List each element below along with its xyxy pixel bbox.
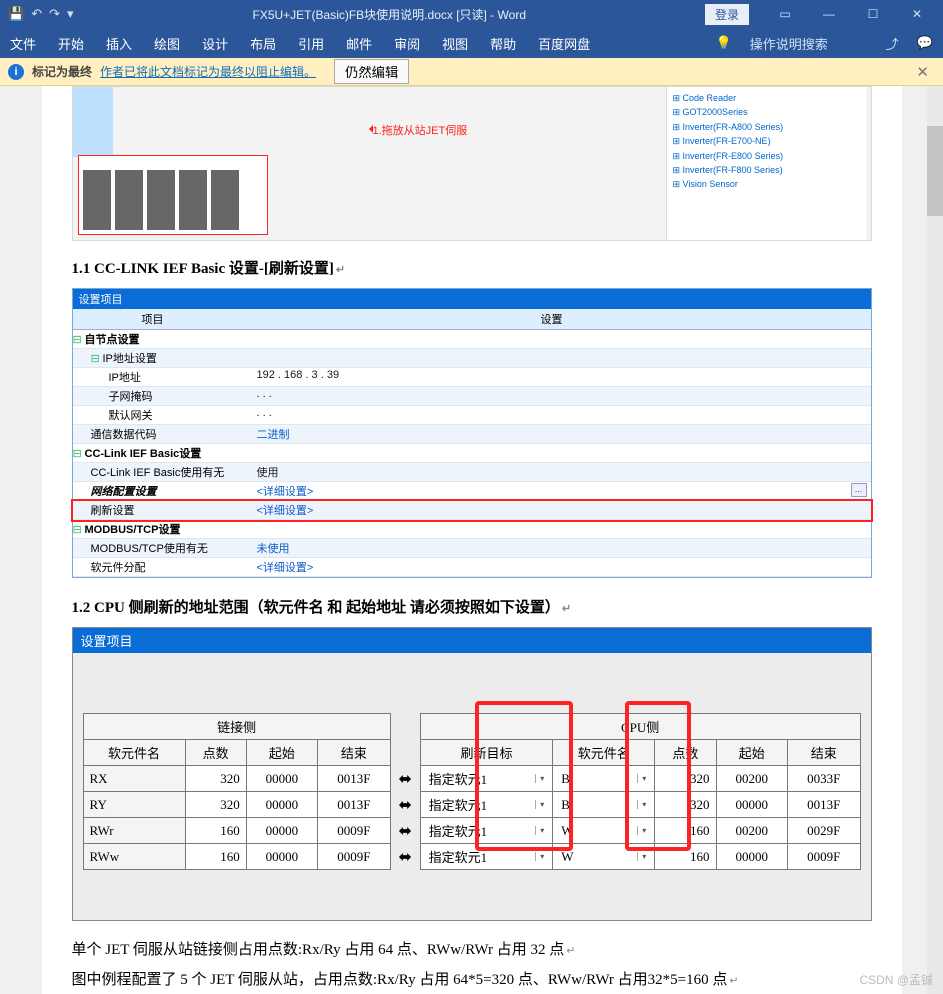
col-points-r: 点数	[655, 740, 716, 766]
settings-items-screenshot-1: 设置项目 项目 设置 ⊟自节点设置⊟IP地址设置IP地址192 . 168 . …	[72, 288, 872, 578]
list-item: ⊞ Inverter(FR-E800 Series)	[673, 149, 860, 163]
dropdown-cell[interactable]: 指定软元1▾	[420, 818, 553, 844]
cfg1-row: ⊟CC-Link IEF Basic设置	[73, 444, 871, 463]
para-2: 图中例程配置了 5 个 JET 伺服从站，占用点数:Rx/Ry 占用 64*5=…	[72, 965, 872, 994]
cfg1-row: ⊟自节点设置	[73, 330, 871, 349]
maximize-icon[interactable]: ☐	[851, 0, 895, 28]
cfg1-row: IP地址192 . 168 . 3 . 39	[73, 368, 871, 387]
ribbon-display-icon[interactable]: ▭	[763, 0, 807, 28]
body-paragraphs: 单个 JET 伺服从站链接侧占用点数:Rx/Ry 占用 64 点、RWw/RWr…	[72, 935, 872, 994]
comments-icon[interactable]: 💬	[917, 35, 933, 51]
tab-draw[interactable]: 绘图	[154, 34, 180, 53]
infobar-close-icon[interactable]: ✕	[910, 63, 935, 81]
tab-file[interactable]: 文件	[10, 34, 36, 53]
col-target: 刷新目标	[420, 740, 553, 766]
cfg1-row: 软元件分配<详细设置>	[73, 558, 871, 577]
list-item: ⊞ Inverter(FR-E700-NE)	[673, 134, 860, 148]
refresh-range-table: 链接侧 CPU侧 软元件名 点数 起始 结束 刷新目标 软元件名 点数 起始 结…	[83, 713, 861, 870]
heading-1-1: 1.1 CC-LINK IEF Basic 设置-[刷新设置]	[72, 257, 872, 278]
list-item: ⊞ Code Reader	[673, 91, 860, 105]
quick-access-toolbar: 💾 ↶ ↷ ▾	[8, 6, 74, 22]
col-start-r: 起始	[716, 740, 787, 766]
annotation-arrow: 1.拖放从站JET伺服	[373, 122, 468, 138]
col-devname-r: 软元件名	[553, 740, 655, 766]
cfg1-row: ⊟MODBUS/TCP设置	[73, 520, 871, 539]
document-canvas[interactable]: 1.拖放从站JET伺服 ⊞ Code Reader ⊞ GOT2000Serie…	[0, 86, 943, 994]
scrollbar-thumb[interactable]	[927, 126, 943, 216]
cfg2-title: 设置项目	[73, 628, 871, 653]
tab-baidu[interactable]: 百度网盘	[538, 34, 590, 53]
ribbon-tabs: 文件 开始 插入 绘图 设计 布局 引用 邮件 审阅 视图 帮助 百度网盘 💡 …	[0, 28, 943, 58]
share-icon[interactable]: ⤴	[886, 34, 899, 53]
col-start-l: 起始	[246, 740, 317, 766]
edit-anyway-button[interactable]: 仍然编辑	[334, 59, 409, 84]
cfg1-row: 刷新设置<详细设置>	[73, 501, 871, 520]
list-item: ⊞ GOT2000Series	[673, 105, 860, 119]
embedded-screenshot-network-config: 1.拖放从站JET伺服 ⊞ Code Reader ⊞ GOT2000Serie…	[72, 86, 872, 241]
tab-mailings[interactable]: 邮件	[346, 34, 372, 53]
annotation-text: 1.拖放从站JET伺服	[373, 125, 468, 137]
dropdown-cell[interactable]: 指定软元1▾	[420, 844, 553, 870]
cfg1-col-item: 项目	[73, 309, 233, 329]
list-item: ⊞ Inverter(FR-A800 Series)	[673, 120, 860, 134]
dropdown-cell[interactable]: 指定软元1▾	[420, 766, 553, 792]
settings-items-screenshot-2: 设置项目 链接侧 CPU侧 软元件名 点数 起始 结束 刷新目标 软元件名	[72, 627, 872, 921]
para-1: 单个 JET 伺服从站链接侧占用点数:Rx/Ry 占用 64 点、RWw/RWr…	[72, 935, 872, 965]
dropdown-cell[interactable]: W▾	[553, 818, 655, 844]
tellme-text[interactable]: 操作说明搜索	[750, 34, 828, 53]
redo-icon[interactable]: ↷	[49, 6, 60, 22]
group-cpu-side: CPU侧	[420, 714, 860, 740]
marked-final-bar: i 标记为最终 作者已将此文档标记为最终以阻止编辑。 仍然编辑 ✕	[0, 58, 943, 86]
col-points-l: 点数	[185, 740, 246, 766]
tellme-icon[interactable]: 💡	[716, 35, 732, 51]
word-titlebar: 💾 ↶ ↷ ▾ FX5U+JET(Basic)FB块使用说明.docx [只读]…	[0, 0, 943, 28]
save-icon[interactable]: 💾	[8, 6, 24, 22]
group-link-side: 链接侧	[83, 714, 390, 740]
dropdown-cell[interactable]: B▾	[553, 792, 655, 818]
dropdown-cell[interactable]: 指定软元1▾	[420, 792, 553, 818]
tab-design[interactable]: 设计	[202, 34, 228, 53]
list-item: ⊞ Inverter(FR-F800 Series)	[673, 163, 860, 177]
dropdown-cell[interactable]: B▾	[553, 766, 655, 792]
info-icon: i	[8, 64, 24, 80]
tab-review[interactable]: 审阅	[394, 34, 420, 53]
tab-view[interactable]: 视图	[442, 34, 468, 53]
tab-insert[interactable]: 插入	[106, 34, 132, 53]
tab-home[interactable]: 开始	[58, 34, 84, 53]
heading-1-2: 1.2 CPU 侧刷新的地址范围（软元件名 和 起始地址 请必须按照如下设置）	[72, 596, 872, 617]
document-title: FX5U+JET(Basic)FB块使用说明.docx [只读] - Word	[74, 6, 705, 23]
station-thumbnails	[78, 155, 268, 235]
cfg1-col-setting: 设置	[233, 309, 871, 329]
col-end-r: 结束	[787, 740, 860, 766]
cfg1-row: ⊟IP地址设置	[73, 349, 871, 368]
cfg1-row: 通信数据代码二进制	[73, 425, 871, 444]
vertical-scrollbar[interactable]	[927, 86, 943, 994]
table-row: RWr160000000009F⬌指定软元1▾W▾160002000029F	[83, 818, 860, 844]
cfg1-row: MODBUS/TCP使用有无未使用	[73, 539, 871, 558]
tab-layout[interactable]: 布局	[250, 34, 276, 53]
module-list-panel: ⊞ Code Reader ⊞ GOT2000Series ⊞ Inverter…	[666, 87, 866, 240]
cfg1-title: 设置项目	[73, 289, 871, 309]
tab-references[interactable]: 引用	[298, 34, 324, 53]
marked-final-link[interactable]: 作者已将此文档标记为最终以阻止编辑。	[100, 63, 316, 80]
undo-icon[interactable]: ↶	[31, 6, 42, 22]
close-icon[interactable]: ✕	[895, 0, 939, 28]
csdn-watermark: CSDN @孟铖	[859, 971, 933, 988]
list-item: ⊞ Vision Sensor	[673, 177, 860, 191]
cfg1-row: 网络配置设置<详细设置>	[73, 482, 871, 501]
minimize-icon[interactable]: —	[807, 0, 851, 28]
col-end-l: 结束	[318, 740, 391, 766]
cfg1-row: 子网掩码. . .	[73, 387, 871, 406]
cfg1-row: CC-Link IEF Basic使用有无使用	[73, 463, 871, 482]
table-row: RX320000000013F⬌指定软元1▾B▾320002000033F	[83, 766, 860, 792]
login-button[interactable]: 登录	[705, 4, 749, 25]
col-devname-l: 软元件名	[83, 740, 185, 766]
table-row: RWw160000000009F⬌指定软元1▾W▾160000000009F	[83, 844, 860, 870]
tab-help[interactable]: 帮助	[490, 34, 516, 53]
page: 1.拖放从站JET伺服 ⊞ Code Reader ⊞ GOT2000Serie…	[42, 86, 902, 994]
marked-final-label: 标记为最终	[32, 63, 92, 80]
table-row: RY320000000013F⬌指定软元1▾B▾320000000013F	[83, 792, 860, 818]
dropdown-cell[interactable]: W▾	[553, 844, 655, 870]
cfg1-row: 默认网关. . .	[73, 406, 871, 425]
